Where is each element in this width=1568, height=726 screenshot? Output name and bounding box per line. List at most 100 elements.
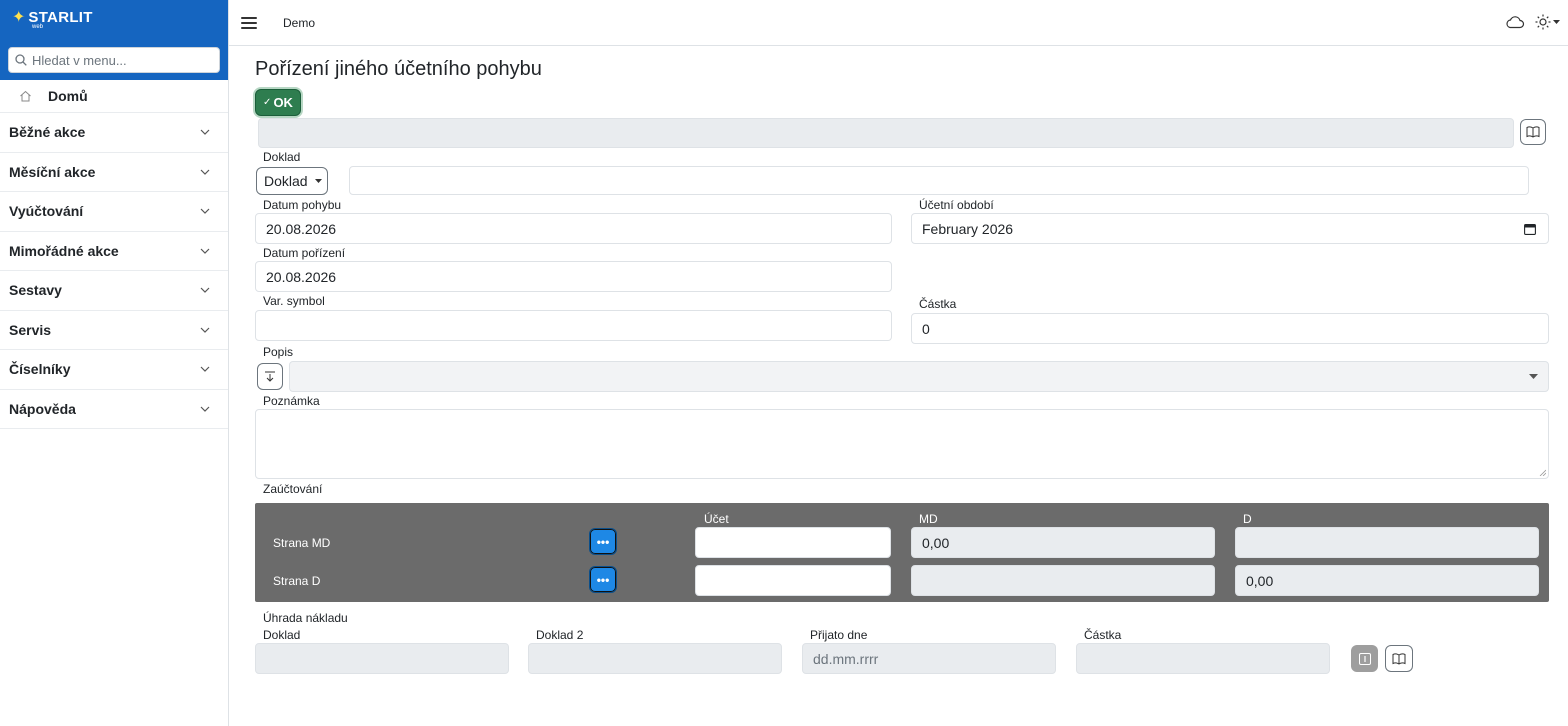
- sidebar-item-label: Vyúčtování: [9, 203, 84, 220]
- chevron-down-icon: [200, 208, 210, 215]
- logo[interactable]: ✦ STARLIT: [12, 10, 93, 26]
- popis-insert-button[interactable]: [257, 363, 283, 390]
- info-icon: [1358, 652, 1371, 665]
- resize-handle-icon[interactable]: [1539, 469, 1546, 476]
- book-icon: [1392, 653, 1406, 665]
- var-symbol-value: [256, 311, 891, 340]
- castka-input[interactable]: 0: [911, 313, 1549, 344]
- posting-panel: Účet MD D Strana MD ••• 0,00 Strana D ••…: [255, 503, 1549, 602]
- calendar-icon[interactable]: [1524, 223, 1536, 235]
- uhrada-prijato-input[interactable]: dd.mm.rrrr: [802, 643, 1056, 674]
- ucet-input[interactable]: [695, 565, 891, 596]
- chevron-down-icon: [200, 248, 210, 254]
- doklad-input[interactable]: [349, 166, 1529, 195]
- uhrada-doklad2-label: Doklad 2: [536, 628, 584, 642]
- search-input[interactable]: [32, 52, 212, 68]
- popis-select[interactable]: [289, 361, 1549, 392]
- prijato-placeholder: dd.mm.rrrr: [813, 650, 879, 667]
- book-button[interactable]: [1385, 645, 1413, 672]
- doklad-dropdown[interactable]: Doklad: [256, 167, 328, 195]
- uhrada-doklad2-input[interactable]: [528, 643, 782, 674]
- chevron-down-icon: [200, 287, 210, 294]
- ucet-value: [696, 528, 890, 557]
- md-input: [911, 565, 1215, 596]
- caret-down-icon: [1553, 19, 1560, 24]
- uhrada-title: Úhrada nákladu: [263, 611, 348, 625]
- cloud-icon[interactable]: [1505, 15, 1525, 29]
- sidebar-item-label: Běžné akce: [9, 124, 86, 141]
- zauctovani-label: Zaúčtování: [263, 482, 323, 496]
- uhrada-castka-input[interactable]: [1076, 643, 1330, 674]
- sidebar-item[interactable]: Servis: [0, 311, 228, 350]
- info-bar: [258, 118, 1514, 148]
- breadcrumb[interactable]: Demo: [283, 16, 315, 30]
- d-value: 0,00: [1246, 572, 1274, 589]
- md-input: 0,00: [911, 527, 1215, 558]
- ok-button[interactable]: ✓ OK: [255, 89, 301, 116]
- book-icon: [1526, 126, 1540, 138]
- chevron-down-icon: [200, 129, 210, 136]
- book-button[interactable]: [1520, 119, 1546, 145]
- ucetni-obdobi-label: Účetní období: [919, 198, 994, 212]
- chevron-down-icon: [200, 406, 210, 412]
- page-title: Pořízení jiného účetního pohybu: [255, 58, 542, 80]
- row-label-d: Strana D: [273, 574, 321, 588]
- ucet-input[interactable]: [695, 527, 891, 558]
- d-input: 0,00: [1235, 565, 1539, 596]
- datum-porizeni-input[interactable]: 20.08.2026: [255, 261, 892, 292]
- sidebar-search: [0, 40, 228, 80]
- uhrada-prijato-label: Přijato dne: [810, 628, 868, 642]
- chevron-down-icon: [200, 366, 210, 373]
- uhrada-doklad-label: Doklad: [263, 628, 301, 642]
- var-symbol-input[interactable]: [255, 310, 892, 341]
- castka-value: 0: [922, 320, 930, 337]
- datum-porizeni-value: 20.08.2026: [266, 268, 337, 285]
- menu-toggle-icon[interactable]: [241, 14, 257, 32]
- md-value: 0,00: [922, 534, 950, 551]
- brand-bar: ✦ STARLIT web: [0, 0, 228, 40]
- download-arrow-icon: [265, 371, 275, 382]
- account-picker-button[interactable]: •••: [589, 528, 617, 555]
- sidebar-item-label: Sestavy: [9, 282, 62, 299]
- col-d-header: D: [1243, 512, 1252, 526]
- datum-porizeni-label: Datum pořízení: [263, 246, 346, 260]
- more-icon: •••: [596, 534, 610, 549]
- theme-toggle[interactable]: [1535, 14, 1560, 30]
- sidebar-item-label: Servis: [9, 321, 52, 338]
- brand-sub: web: [32, 24, 44, 30]
- chevron-down-icon: [200, 169, 210, 175]
- sidebar-item-home[interactable]: Domů: [0, 80, 228, 113]
- caret-down-icon: [314, 178, 322, 183]
- account-picker-button[interactable]: •••: [589, 566, 617, 593]
- d-input: [1235, 527, 1539, 558]
- ucetni-obdobi-input[interactable]: February 2026: [911, 213, 1549, 244]
- uhrada-castka-label: Částka: [1084, 628, 1122, 642]
- datum-pohybu-input[interactable]: 20.08.2026: [255, 213, 892, 244]
- sidebar-item[interactable]: Číselníky: [0, 350, 228, 390]
- sidebar-item-label: Domů: [48, 88, 88, 104]
- search-box: [8, 47, 220, 73]
- sidebar-item-label: Mimořádné akce: [9, 242, 119, 259]
- d-value: [1236, 528, 1538, 557]
- datum-pohybu-label: Datum pohybu: [263, 198, 342, 212]
- md-value: [912, 566, 1214, 595]
- sidebar-item[interactable]: Nápověda: [0, 390, 228, 429]
- sidebar-item-label: Nápověda: [9, 400, 76, 417]
- sidebar-item-label: Číselníky: [9, 361, 71, 378]
- row-label-md: Strana MD: [273, 536, 331, 550]
- uhrada-doklad-input[interactable]: [255, 643, 509, 674]
- castka-label: Částka: [919, 297, 957, 311]
- datum-pohybu-value: 20.08.2026: [266, 220, 337, 237]
- chevron-down-icon: [200, 327, 210, 333]
- topbar: Demo: [229, 0, 1568, 46]
- search-icon: [15, 54, 27, 66]
- sidebar-item[interactable]: Měsíční akce: [0, 153, 228, 192]
- sidebar-item[interactable]: Sestavy: [0, 271, 228, 311]
- poznamka-textarea[interactable]: [255, 409, 1549, 479]
- sidebar-item[interactable]: Vyúčtování: [0, 192, 228, 232]
- home-icon: [20, 90, 31, 102]
- sidebar-item[interactable]: Mimořádné akce: [0, 232, 228, 271]
- info-button[interactable]: [1351, 645, 1378, 672]
- ucetni-obdobi-value: February 2026: [922, 220, 1014, 237]
- sidebar-item[interactable]: Běžné akce: [0, 113, 228, 153]
